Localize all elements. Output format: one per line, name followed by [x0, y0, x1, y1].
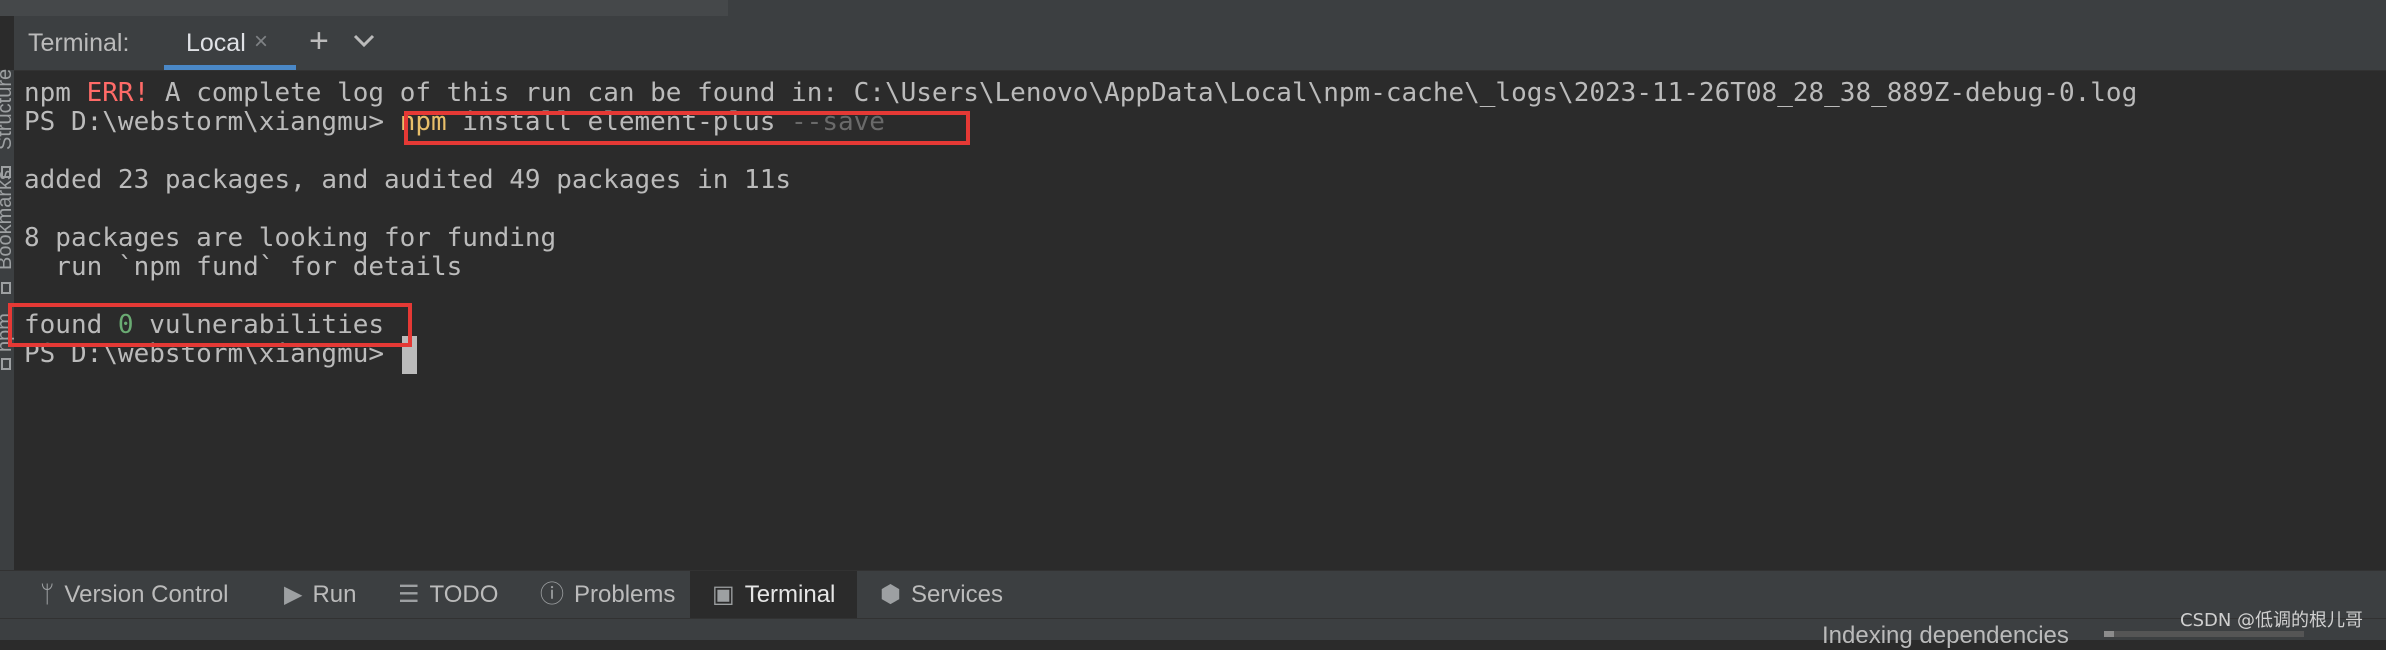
info-icon: ⓘ — [540, 581, 564, 608]
close-tab-icon[interactable]: × — [254, 28, 268, 56]
added-line: added 23 packages, and audited 49 packag… — [24, 165, 792, 195]
tool-run[interactable]: ▶ Run — [284, 571, 357, 619]
terminal-title: Terminal: — [28, 29, 130, 57]
tool-label: Terminal — [744, 581, 836, 608]
bookmarks-icon — [1, 282, 11, 294]
tool-label: Problems — [574, 581, 676, 608]
tool-label: Services — [910, 581, 1003, 608]
tool-problems[interactable]: ⓘ Problems — [540, 571, 675, 619]
indexing-progress-fill — [2104, 631, 2114, 637]
prompt: PS D:\webstorm\xiangmu> — [24, 107, 400, 137]
npm-icon — [1, 358, 11, 370]
tab-local[interactable]: Local × — [164, 16, 296, 70]
services-icon: ⬢ — [880, 581, 901, 608]
fund-detail-line: run `npm fund` for details — [24, 252, 463, 282]
tool-label: Version Control — [64, 581, 229, 608]
terminal-header: Terminal: Local × + — [14, 16, 2386, 71]
tab-local-label: Local — [186, 29, 246, 57]
top-strip-segment — [0, 0, 728, 16]
terminal-output[interactable]: npm ERR! A complete log of this run can … — [8, 71, 2386, 570]
chevron-down-icon[interactable] — [350, 26, 378, 54]
indexing-status[interactable]: Indexing dependencies — [1822, 622, 2069, 650]
branch-icon: ᛘ — [40, 581, 55, 608]
bottom-tool-bar: ᛘ Version Control ▶ Run ☰ TODO ⓘ Problems ▣ T… — [0, 570, 2386, 619]
tool-services[interactable]: ⬢ Services — [880, 571, 1003, 619]
status-bar: Indexing dependencies — [0, 618, 2386, 649]
tool-terminal[interactable]: ▣ Terminal — [690, 571, 858, 619]
structure-icon — [1, 166, 11, 178]
result-highlight-box — [8, 303, 412, 347]
terminal-icon: ▣ — [712, 581, 735, 608]
new-tab-icon[interactable]: + — [309, 22, 329, 61]
tool-label: Run — [312, 581, 357, 608]
list-icon: ☰ — [398, 581, 420, 608]
tool-version-control[interactable]: ᛘ Version Control — [40, 571, 229, 619]
tool-todo[interactable]: ☰ TODO — [398, 571, 498, 619]
active-tab-indicator — [164, 65, 296, 70]
watermark: CSDN @低调的根儿哥 — [2180, 610, 2364, 631]
tool-label: TODO — [429, 581, 499, 608]
command-highlight-box — [404, 111, 970, 145]
play-icon: ▶ — [284, 581, 303, 608]
top-strip — [0, 0, 2386, 16]
